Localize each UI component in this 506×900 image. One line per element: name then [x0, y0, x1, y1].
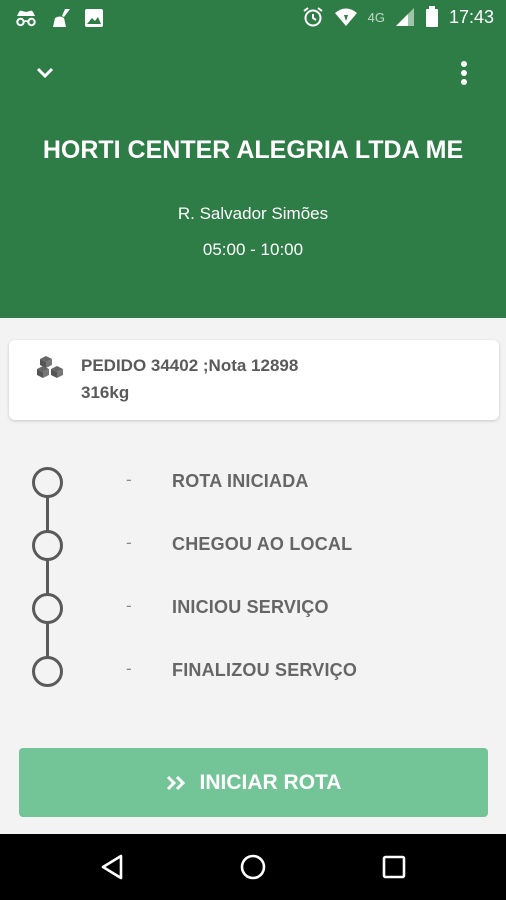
step-label: FINALIZOU SERVIÇO — [172, 660, 358, 680]
order-weight: 316kg — [81, 383, 130, 402]
step-circle — [32, 530, 63, 561]
wifi-icon — [334, 8, 357, 26]
network-type: 4G — [367, 9, 385, 25]
order-card[interactable]: PEDIDO 34402 ;Nota 12898 316kg — [9, 340, 499, 420]
start-route-button[interactable]: INICIAR ROTA — [19, 748, 488, 817]
timeline-step: - ROTA INICIADA — [0, 462, 506, 502]
signal-icon — [395, 8, 414, 26]
incognito-icon — [16, 10, 36, 27]
start-route-label: INICIAR ROTA — [199, 770, 342, 794]
timeline-rail — [46, 482, 49, 672]
cubes-icon — [37, 356, 63, 378]
status-bar: 4G 17:43 — [0, 0, 506, 36]
step-circle — [32, 593, 63, 624]
timeline-step: - INICIOU SERVIÇO — [0, 588, 506, 628]
collapse-button[interactable] — [30, 58, 60, 88]
image-icon — [85, 9, 103, 27]
step-time: - — [126, 533, 132, 552]
status-timeline: - ROTA INICIADA - CHEGOU AO LOCAL - INIC… — [0, 450, 506, 710]
system-nav-bar — [0, 834, 506, 900]
delivery-time-window: 05:00 - 10:00 — [202, 240, 304, 259]
home-icon[interactable] — [237, 851, 269, 883]
timeline-step: - CHEGOU AO LOCAL — [0, 525, 506, 565]
step-label: CHEGOU AO LOCAL — [172, 534, 353, 554]
overflow-menu-button[interactable] — [452, 58, 476, 88]
recents-icon[interactable] — [378, 851, 410, 883]
step-circle — [32, 467, 63, 498]
more-vertical-icon — [461, 61, 467, 85]
clock: 17:43 — [448, 6, 494, 27]
step-time: - — [126, 659, 132, 678]
battery-icon — [425, 6, 438, 27]
cleaner-icon — [53, 9, 70, 27]
chevron-down-icon — [36, 67, 54, 79]
back-icon[interactable] — [97, 851, 129, 883]
alarm-icon — [303, 7, 323, 27]
client-name: HORTI CENTER ALEGRIA LTDA ME — [42, 136, 464, 164]
step-label: ROTA INICIADA — [172, 471, 309, 491]
double-chevron-right-icon — [166, 775, 185, 790]
step-time: - — [126, 470, 132, 489]
stop-header: HORTI CENTER ALEGRIA LTDA ME R. Salvador… — [0, 36, 506, 318]
timeline-step: - FINALIZOU SERVIÇO — [0, 651, 506, 691]
client-address: R. Salvador Simões — [177, 204, 329, 223]
step-label: INICIOU SERVIÇO — [172, 597, 329, 617]
order-number: PEDIDO 34402 ;Nota 12898 — [81, 356, 299, 375]
step-time: - — [126, 596, 132, 615]
step-circle — [32, 656, 63, 687]
